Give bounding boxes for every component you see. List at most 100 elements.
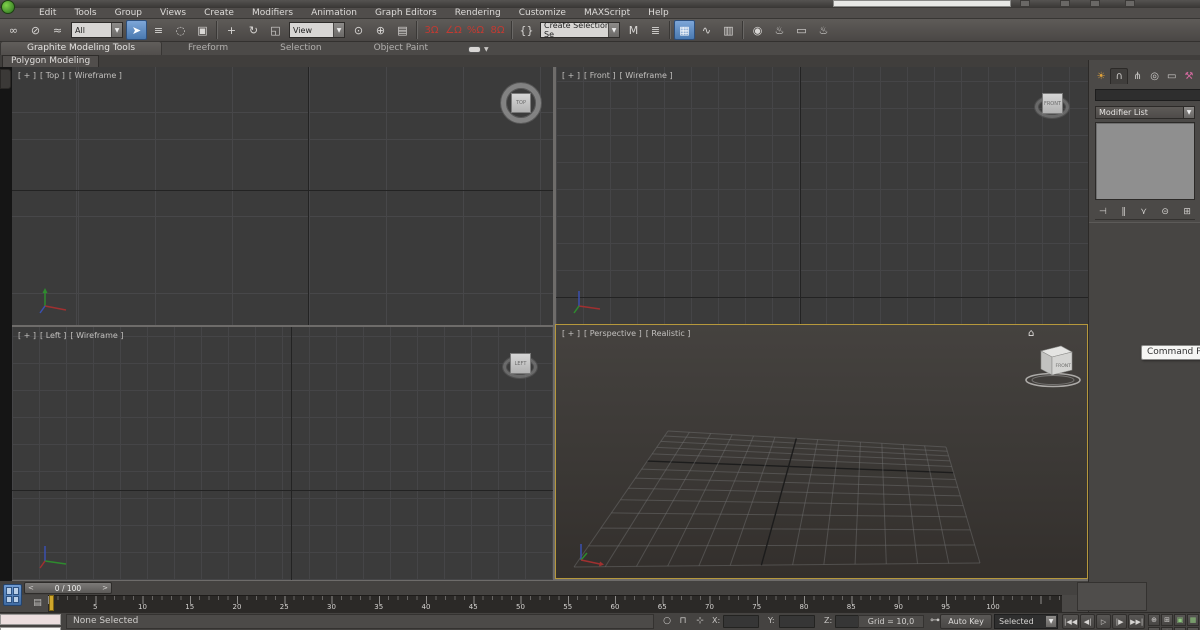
- window-crossing-icon[interactable]: ▣: [192, 20, 213, 40]
- command-panel-tab-motion[interactable]: ◎: [1147, 68, 1163, 84]
- next-frame-arrow-icon[interactable]: >: [102, 584, 108, 592]
- zoom-extents-icon[interactable]: ▣: [1174, 614, 1186, 626]
- viewcube[interactable]: FRONT: [1034, 88, 1072, 124]
- select-and-move-icon[interactable]: +: [221, 20, 242, 40]
- named-selection-sets-dropdown[interactable]: Create Selection Se ▼: [540, 21, 620, 39]
- configure-modifier-sets-icon[interactable]: ⊞: [1183, 207, 1191, 217]
- zoom-icon[interactable]: ⊕: [1148, 614, 1160, 626]
- selection-region-circle-icon[interactable]: ◌: [170, 20, 191, 40]
- viewport-menu-plus[interactable]: [ + ]: [562, 71, 580, 80]
- viewport-menu-view[interactable]: [ Perspective ]: [584, 329, 642, 338]
- make-unique-icon[interactable]: ⋎: [1140, 207, 1147, 217]
- angle-snap-toggle-icon[interactable]: ∠Ω: [443, 20, 464, 40]
- menu-customize[interactable]: Customize: [510, 8, 575, 19]
- keyboard-shortcut-override-icon[interactable]: ▤: [392, 20, 413, 40]
- schematic-view-icon[interactable]: ▥: [718, 20, 739, 40]
- ribbon-tab-graphite-modeling-tools[interactable]: Graphite Modeling Tools: [0, 41, 163, 55]
- unlink-selection-icon[interactable]: ⊘: [25, 20, 46, 40]
- go-to-end-button[interactable]: ▶▶|: [1128, 614, 1146, 629]
- set-keys-icon[interactable]: ⊶: [930, 615, 940, 626]
- auto-key-button[interactable]: Auto Key: [940, 614, 992, 629]
- ribbon-tab-freeform[interactable]: Freeform: [162, 42, 254, 55]
- viewcube[interactable]: TOP: [498, 80, 544, 126]
- menu-graph-editors[interactable]: Graph Editors: [366, 8, 446, 19]
- chevron-down-icon[interactable]: ▼: [1184, 106, 1195, 119]
- command-panel-tab-hierarchy[interactable]: ⋔: [1129, 68, 1145, 84]
- y-coordinate-field[interactable]: [779, 615, 815, 628]
- zoom-extents-all-icon[interactable]: ▦: [1187, 614, 1199, 626]
- selection-filter-dropdown[interactable]: All ▼: [71, 22, 123, 38]
- render-production-icon[interactable]: ♨: [813, 20, 834, 40]
- curve-editor-icon[interactable]: ∿: [696, 20, 717, 40]
- time-slider[interactable]: < 0 / 100 >: [24, 582, 112, 594]
- viewport-menu-plus[interactable]: [ + ]: [18, 71, 36, 80]
- search-input[interactable]: [833, 0, 1011, 7]
- select-object-icon[interactable]: ➤: [126, 20, 147, 40]
- keyboard-override-icon[interactable]: ▤: [30, 597, 45, 610]
- viewport-top[interactable]: [ + ] [ Top ] [ Wireframe ] TOP: [12, 67, 553, 325]
- viewcube[interactable]: LEFT: [502, 348, 540, 384]
- track-bar[interactable]: [0, 581, 1200, 595]
- menu-edit[interactable]: Edit: [30, 8, 65, 19]
- edit-named-selection-sets-icon[interactable]: {}: [516, 20, 537, 40]
- key-filter-dropdown[interactable]: Selected ▼: [994, 614, 1058, 629]
- ribbon-config-button[interactable]: ▼: [468, 46, 489, 55]
- menu-group[interactable]: Group: [106, 8, 151, 19]
- viewport-menu-shading[interactable]: [ Realistic ]: [646, 329, 691, 338]
- next-frame-button[interactable]: |▶: [1112, 614, 1128, 629]
- menu-tools[interactable]: Tools: [65, 8, 105, 19]
- select-by-name-icon[interactable]: ≡: [148, 20, 169, 40]
- menu-animation[interactable]: Animation: [302, 8, 366, 19]
- home-icon[interactable]: ⌂: [1028, 328, 1034, 339]
- maxscript-mini-listener-macro[interactable]: [0, 614, 61, 625]
- remove-modifier-icon[interactable]: ⊝: [1161, 207, 1169, 217]
- go-to-start-button[interactable]: |◀◀: [1062, 614, 1080, 629]
- command-panel-tab-display[interactable]: ▭: [1164, 68, 1180, 84]
- timeline-current-frame-marker[interactable]: [49, 595, 54, 611]
- menu-rendering[interactable]: Rendering: [446, 8, 510, 19]
- viewcube-3d[interactable]: FRONT: [1024, 343, 1082, 389]
- menu-modifiers[interactable]: Modifiers: [243, 8, 302, 19]
- application-button[interactable]: [1, 0, 15, 14]
- viewport-menu-plus[interactable]: [ + ]: [562, 329, 580, 338]
- viewcube-face[interactable]: LEFT: [510, 353, 531, 374]
- show-end-result-icon[interactable]: ‖: [1121, 207, 1126, 217]
- select-and-manipulate-icon[interactable]: ⊕: [370, 20, 391, 40]
- polygon-modeling-panel-tab[interactable]: Polygon Modeling: [2, 55, 100, 67]
- modifier-stack-list[interactable]: [1095, 122, 1195, 200]
- search-history-icon[interactable]: [1020, 0, 1030, 7]
- zoom-all-icon[interactable]: ⊞: [1161, 614, 1173, 626]
- timeline-ruler[interactable]: 5 10 15 20 25 30 35 40 45 50 55 60 65 70 75 80 85 90 95 100: [48, 595, 1062, 612]
- layout-tab[interactable]: [0, 69, 11, 89]
- viewport-layout-tab-bar[interactable]: [0, 67, 12, 581]
- viewport-menu-shading[interactable]: [ Wireframe ]: [69, 71, 122, 80]
- isolate-selection-icon[interactable]: ○: [660, 615, 674, 628]
- rendered-frame-window-icon[interactable]: ▭: [791, 20, 812, 40]
- previous-frame-arrow-icon[interactable]: <: [28, 584, 34, 592]
- viewcube-face[interactable]: TOP: [511, 93, 531, 113]
- select-and-scale-icon[interactable]: ◱: [265, 20, 286, 40]
- manage-layers-icon[interactable]: ▦: [674, 20, 695, 40]
- play-button[interactable]: ▷: [1096, 614, 1112, 629]
- viewport-left[interactable]: [ + ] [ Left ] [ Wireframe ] LEFT: [12, 327, 553, 580]
- menu-views[interactable]: Views: [151, 8, 195, 19]
- modifier-list-dropdown[interactable]: Modifier List ▼: [1095, 106, 1195, 119]
- help-icon[interactable]: [1125, 0, 1135, 7]
- favorites-icon[interactable]: [1090, 0, 1100, 7]
- selection-lock-icon[interactable]: ⊓: [676, 615, 690, 628]
- viewport-perspective[interactable]: [ + ] [ Perspective ] [ Realistic ] ⌂ FRON…: [555, 324, 1088, 579]
- reference-coordinate-system-dropdown[interactable]: View ▼: [289, 22, 345, 38]
- command-panel-tab-create[interactable]: ☀: [1093, 68, 1109, 84]
- object-name-field[interactable]: [1095, 89, 1200, 101]
- select-and-link-icon[interactable]: ∞: [3, 20, 24, 40]
- material-editor-icon[interactable]: ◉: [747, 20, 768, 40]
- viewport-menu-view[interactable]: [ Front ]: [584, 71, 616, 80]
- pin-stack-icon[interactable]: ⊣: [1099, 207, 1107, 217]
- viewport-menu-view[interactable]: [ Top ]: [40, 71, 65, 80]
- viewport-layout-button[interactable]: [3, 584, 22, 606]
- use-pivot-point-center-icon[interactable]: ⊙: [348, 20, 369, 40]
- menu-help[interactable]: Help: [639, 8, 678, 19]
- snaps-toggle-3d-icon[interactable]: 3Ω: [421, 20, 442, 40]
- ribbon-tab-selection[interactable]: Selection: [254, 42, 347, 55]
- communication-center-icon[interactable]: [1060, 0, 1070, 7]
